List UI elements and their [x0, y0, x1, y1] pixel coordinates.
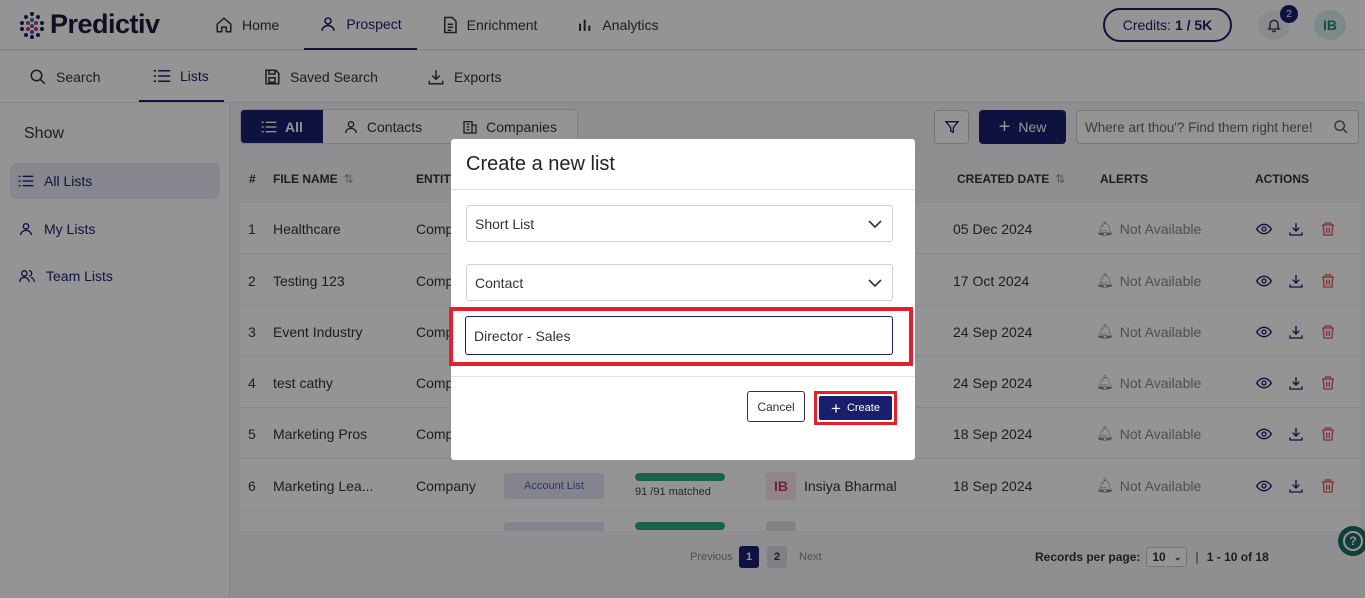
- plus-icon: +: [831, 398, 841, 418]
- chevron-down-icon: [868, 278, 882, 287]
- create-button-label: Create: [846, 402, 880, 414]
- chevron-down-icon: [868, 219, 882, 228]
- divider: [451, 189, 915, 190]
- divider: [451, 376, 915, 377]
- create-list-modal: Create a new list Short List Contact Can…: [449, 139, 915, 460]
- modal-title: Create a new list: [466, 153, 615, 175]
- list-type-value: Short List: [475, 215, 535, 232]
- list-name-input[interactable]: [465, 316, 893, 355]
- entity-type-select[interactable]: Contact: [466, 264, 893, 301]
- cancel-button[interactable]: Cancel: [747, 391, 805, 422]
- create-button[interactable]: + Create: [819, 396, 892, 420]
- entity-type-value: Contact: [475, 274, 524, 291]
- list-type-select[interactable]: Short List: [466, 205, 893, 242]
